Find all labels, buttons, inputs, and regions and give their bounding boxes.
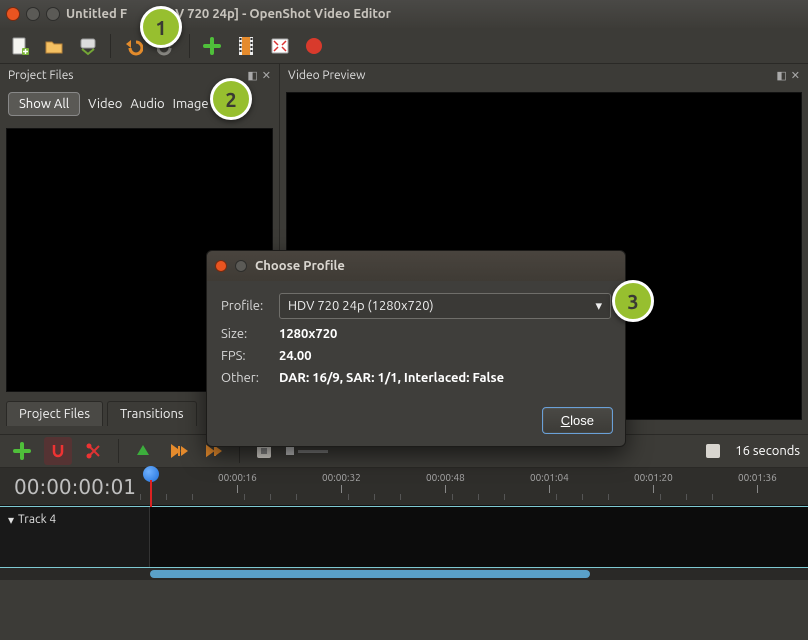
tab-project-files[interactable]: Project Files bbox=[6, 401, 103, 426]
zoom-value-icon bbox=[699, 437, 727, 465]
close-button-rest: lose bbox=[570, 413, 594, 428]
timeline-scrollbar[interactable] bbox=[0, 568, 808, 580]
open-project-button[interactable] bbox=[40, 32, 68, 60]
profile-label: Profile: bbox=[221, 299, 269, 313]
filter-show-all-button[interactable]: Show All bbox=[8, 92, 80, 116]
filter-video-button[interactable]: Video bbox=[88, 97, 122, 111]
choose-profile-button[interactable] bbox=[232, 32, 260, 60]
choose-profile-dialog: Choose Profile Profile: HDV 720 24p (128… bbox=[206, 250, 626, 447]
snap-toggle-button[interactable] bbox=[44, 437, 72, 465]
window-close-icon[interactable] bbox=[6, 7, 20, 21]
track-body[interactable] bbox=[150, 507, 808, 567]
dialog-title: Choose Profile bbox=[255, 259, 345, 273]
close-panel-icon[interactable]: ✕ bbox=[262, 69, 271, 82]
window-maximize-icon[interactable] bbox=[46, 7, 60, 21]
window-title: Untitled F [HDV 720 24p] - OpenShot Vide… bbox=[66, 7, 391, 21]
track-collapse-icon[interactable]: ▾ bbox=[8, 513, 14, 527]
add-track-button[interactable] bbox=[8, 437, 36, 465]
fps-label: FPS: bbox=[221, 349, 269, 363]
ruler-tick: 00:00:16 bbox=[218, 472, 257, 493]
size-value: 1280x720 bbox=[279, 327, 337, 341]
tab-transitions[interactable]: Transitions bbox=[107, 401, 197, 426]
dialog-titlebar[interactable]: Choose Profile bbox=[207, 251, 625, 281]
other-value: DAR: 16/9, SAR: 1/1, Interlaced: False bbox=[279, 371, 504, 385]
filter-image-button[interactable]: Image bbox=[173, 97, 209, 111]
fullscreen-button[interactable] bbox=[266, 32, 294, 60]
window-minimize-icon[interactable] bbox=[26, 7, 40, 21]
close-button[interactable]: Close bbox=[542, 407, 613, 434]
razor-tool-button[interactable] bbox=[80, 437, 108, 465]
window-titlebar: Untitled F [HDV 720 24p] - OpenShot Vide… bbox=[0, 0, 808, 28]
add-marker-button[interactable] bbox=[129, 437, 157, 465]
chevron-down-icon: ▾ bbox=[595, 299, 602, 314]
undock-panel-icon[interactable]: ◧ bbox=[247, 69, 257, 82]
undock-preview-icon[interactable]: ◧ bbox=[776, 69, 786, 82]
other-label: Other: bbox=[221, 371, 269, 385]
fps-value: 24.00 bbox=[279, 349, 312, 363]
filter-audio-button[interactable]: Audio bbox=[130, 97, 164, 111]
ruler-tick: 00:01:20 bbox=[634, 472, 673, 493]
zoom-label: 16 seconds bbox=[735, 444, 800, 458]
track-name: Track 4 bbox=[18, 513, 56, 526]
ruler-tick: 00:01:36 bbox=[738, 472, 777, 493]
annotation-3: 3 bbox=[612, 280, 654, 322]
timeline-ruler[interactable]: 00:00:16 00:00:32 00:00:48 00:01:04 00:01:20… bbox=[150, 468, 808, 506]
ruler-tick: 00:01:04 bbox=[530, 472, 569, 493]
ruler-tick: 00:00:32 bbox=[322, 472, 361, 493]
track-header[interactable]: ▾ Track 4 bbox=[0, 507, 150, 567]
close-preview-icon[interactable]: ✕ bbox=[791, 69, 800, 82]
timecode-display: 00:00:00:01 bbox=[0, 475, 150, 499]
prev-marker-button[interactable] bbox=[165, 437, 193, 465]
main-toolbar bbox=[0, 28, 808, 64]
size-label: Size: bbox=[221, 327, 269, 341]
zoom-slider[interactable] bbox=[286, 447, 328, 455]
import-files-button[interactable] bbox=[198, 32, 226, 60]
project-files-title: Project Files bbox=[8, 69, 74, 82]
save-project-button[interactable] bbox=[74, 32, 102, 60]
video-preview-title: Video Preview bbox=[288, 69, 365, 82]
dialog-close-icon[interactable] bbox=[215, 260, 227, 272]
new-project-button[interactable] bbox=[6, 32, 34, 60]
track-row: ▾ Track 4 bbox=[0, 506, 808, 568]
profile-dropdown[interactable]: HDV 720 24p (1280x720) ▾ bbox=[279, 293, 611, 319]
export-button[interactable] bbox=[300, 32, 328, 60]
annotation-1: 1 bbox=[140, 6, 182, 48]
dialog-minimize-icon[interactable] bbox=[235, 260, 247, 272]
profile-dropdown-value: HDV 720 24p (1280x720) bbox=[288, 299, 434, 313]
annotation-2: 2 bbox=[210, 78, 252, 120]
video-preview-panel-header: Video Preview ◧ ✕ bbox=[280, 64, 808, 86]
ruler-tick: 00:00:48 bbox=[426, 472, 465, 493]
